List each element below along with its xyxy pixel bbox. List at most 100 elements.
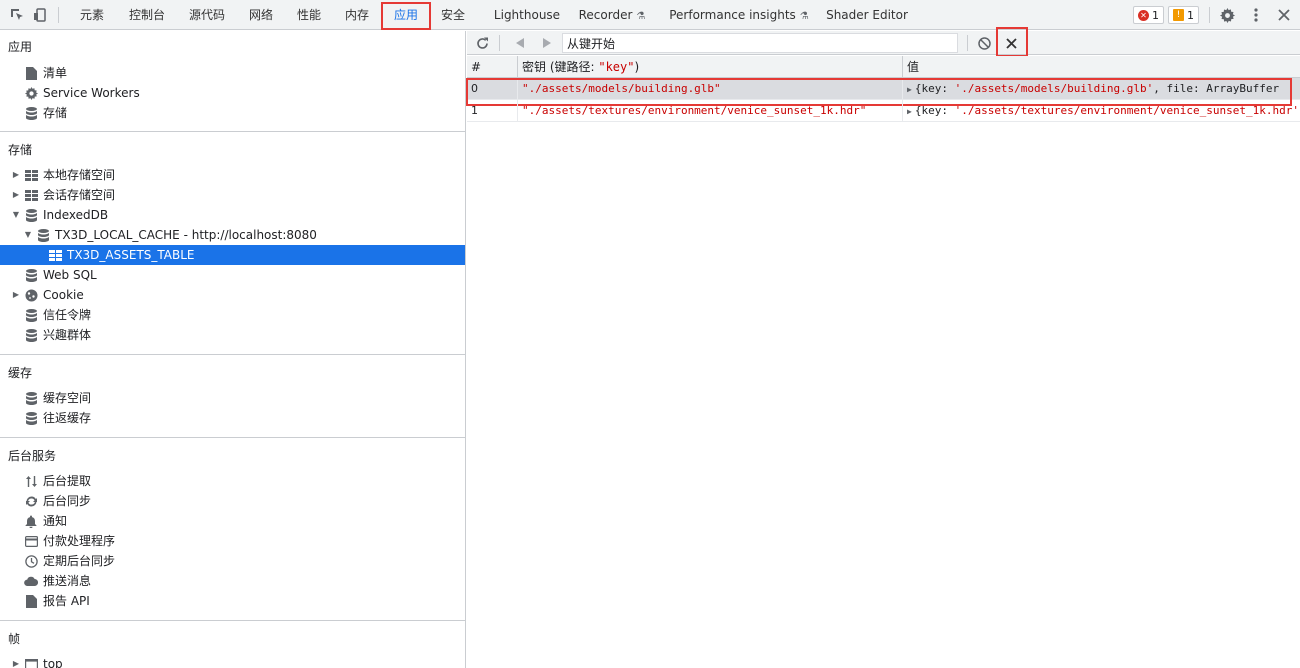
- sidebar-item-background-fetch[interactable]: 后台提取: [0, 471, 465, 491]
- sidebar-item-label: Service Workers: [43, 86, 140, 100]
- database-icon: [24, 208, 38, 222]
- sidebar-item-session-storage[interactable]: ▶ 会话存储空间: [0, 185, 465, 205]
- tab-network[interactable]: 网络: [240, 0, 282, 30]
- warning-count-badge[interactable]: ! 1: [1168, 6, 1199, 24]
- delete-selected-icon[interactable]: [1002, 34, 1020, 52]
- data-toolbar: [467, 31, 1300, 55]
- cloud-icon: [24, 574, 38, 588]
- toolbar-divider: [58, 7, 59, 23]
- row-value-key-string: './assets/models/building.glb': [954, 82, 1154, 95]
- collapse-arrow-icon[interactable]: ▼: [11, 205, 21, 225]
- data-grid: # 密钥 (键路径: "key") 值 0 "./assets/models/b…: [466, 56, 1300, 122]
- device-toolbar-icon[interactable]: [32, 6, 50, 24]
- sidebar-item-local-storage[interactable]: ▶ 本地存储空间: [0, 165, 465, 185]
- sidebar-item-cookie[interactable]: ▶ Cookie: [0, 285, 465, 305]
- table-row[interactable]: 0 "./assets/models/building.glb" ▶ {key: …: [467, 78, 1300, 100]
- sidebar-item-periodic-background-sync[interactable]: 定期后台同步: [0, 551, 465, 571]
- expand-arrow-icon[interactable]: ▶: [11, 185, 21, 205]
- row-value[interactable]: ▶ {key: './assets/models/building.glb', f…: [903, 78, 1300, 100]
- sidebar-item-label: 推送消息: [43, 574, 92, 588]
- expand-triangle-icon[interactable]: ▶: [907, 85, 912, 94]
- expand-triangle-icon[interactable]: ▶: [907, 107, 912, 116]
- table-row[interactable]: 1 "./assets/textures/environment/venice_…: [467, 100, 1300, 122]
- section-cache: 缓存 缓存空间 往返缓存: [0, 355, 465, 438]
- clock-icon: [24, 554, 38, 568]
- section-title-application: 应用: [8, 40, 33, 54]
- sidebar-item-label: 付款处理程序: [43, 534, 116, 548]
- row-value[interactable]: ▶ {key: './assets/textures/environment/ve…: [903, 100, 1300, 122]
- tab-lighthouse[interactable]: Lighthouse: [488, 0, 566, 30]
- up-down-arrows-icon: [24, 474, 38, 488]
- sidebar-item-label: 清单: [43, 66, 68, 80]
- frame-window-icon: [24, 657, 38, 668]
- tab-elements[interactable]: 元素: [70, 0, 114, 30]
- error-count: 1: [1152, 8, 1159, 22]
- sidebar-item-interest-groups[interactable]: 兴趣群体: [0, 325, 465, 345]
- database-icon: [24, 328, 38, 342]
- tab-console[interactable]: 控制台: [120, 0, 174, 30]
- warning-count: 1: [1187, 8, 1194, 22]
- expand-arrow-icon[interactable]: ▶: [11, 654, 21, 668]
- start-from-key-input[interactable]: [562, 33, 958, 53]
- collapse-arrow-icon[interactable]: ▼: [23, 225, 33, 245]
- credit-card-icon: [24, 534, 38, 548]
- sidebar-item-label: 通知: [43, 514, 68, 528]
- tab-memory[interactable]: 内存: [336, 0, 378, 30]
- sidebar-item-storage[interactable]: 存储: [0, 103, 465, 123]
- sidebar-item-label: 本地存储空间: [43, 168, 116, 182]
- sidebar-item-tx3d-assets-table[interactable]: TX3D_ASSETS_TABLE: [0, 245, 465, 265]
- row-key: "./assets/models/building.glb": [518, 78, 903, 100]
- previous-page-icon[interactable]: [511, 34, 529, 52]
- refresh-icon[interactable]: [473, 34, 491, 52]
- settings-gear-icon[interactable]: [1218, 6, 1236, 24]
- toolbar-divider: [1209, 7, 1210, 23]
- sidebar-item-back-forward-cache[interactable]: 往返缓存: [0, 408, 465, 428]
- sidebar-item-background-sync[interactable]: 后台同步: [0, 491, 465, 511]
- sync-icon: [24, 494, 38, 508]
- row-value-key-string: './assets/textures/environment/venice_su…: [954, 104, 1299, 117]
- sidebar-item-cache-storage[interactable]: 缓存空间: [0, 388, 465, 408]
- column-header-value[interactable]: 值: [903, 56, 1300, 78]
- clear-object-store-icon[interactable]: [975, 34, 993, 52]
- sidebar-item-web-sql[interactable]: Web SQL: [0, 265, 465, 285]
- document-icon: [24, 66, 38, 80]
- more-options-icon[interactable]: [1247, 6, 1265, 24]
- tab-shader-editor[interactable]: Shader Editor: [822, 0, 912, 30]
- expand-arrow-icon[interactable]: ▶: [11, 165, 21, 185]
- expand-arrow-icon[interactable]: ▶: [11, 285, 21, 305]
- column-header-index[interactable]: #: [467, 56, 518, 78]
- application-sidebar: 应用 清单 Service Workers 存储 存储 ▶ 本地存储空间 ▶ 会…: [0, 31, 466, 668]
- sidebar-item-payment-handler[interactable]: 付款处理程序: [0, 531, 465, 551]
- tab-recorder-label: Recorder: [578, 8, 633, 22]
- sidebar-item-trust-tokens[interactable]: 信任令牌: [0, 305, 465, 325]
- column-header-key[interactable]: 密钥 (键路径: "key"): [518, 56, 903, 78]
- tab-performance-insights[interactable]: Performance insights ⚗: [664, 0, 814, 30]
- sidebar-item-label: Web SQL: [43, 268, 97, 282]
- sidebar-item-manifest[interactable]: 清单: [0, 63, 465, 83]
- section-title-storage: 存储: [8, 143, 33, 157]
- sidebar-item-frame-top[interactable]: ▶ top: [0, 654, 465, 668]
- cookie-icon: [24, 288, 38, 302]
- tab-sources[interactable]: 源代码: [180, 0, 234, 30]
- database-icon: [24, 268, 38, 282]
- bell-icon: [24, 514, 38, 528]
- section-frames: 帧 ▶ top: [0, 621, 465, 668]
- sidebar-item-notifications[interactable]: 通知: [0, 511, 465, 531]
- tab-performance[interactable]: 性能: [288, 0, 330, 30]
- error-count-badge[interactable]: ✕ 1: [1133, 6, 1164, 24]
- sidebar-item-reporting-api[interactable]: 报告 API: [0, 591, 465, 611]
- sidebar-item-tx3d-local-cache[interactable]: ▼ TX3D_LOCAL_CACHE - http://localhost:80…: [0, 225, 465, 245]
- sidebar-item-service-workers[interactable]: Service Workers: [0, 83, 465, 103]
- sidebar-item-label: 报告 API: [43, 594, 90, 608]
- sidebar-item-indexeddb[interactable]: ▼ IndexedDB: [0, 205, 465, 225]
- tab-security[interactable]: 安全: [432, 0, 474, 30]
- tab-application[interactable]: 应用: [384, 0, 428, 30]
- database-icon: [36, 228, 50, 242]
- inspect-element-icon[interactable]: [8, 6, 26, 24]
- sidebar-item-label: 信任令牌: [43, 308, 92, 322]
- next-page-icon[interactable]: [537, 34, 555, 52]
- sidebar-item-push-messaging[interactable]: 推送消息: [0, 571, 465, 591]
- column-header-key-prefix: 密钥 (键路径:: [522, 60, 599, 74]
- close-devtools-icon[interactable]: [1275, 6, 1293, 24]
- tab-recorder[interactable]: Recorder ⚗: [572, 0, 652, 30]
